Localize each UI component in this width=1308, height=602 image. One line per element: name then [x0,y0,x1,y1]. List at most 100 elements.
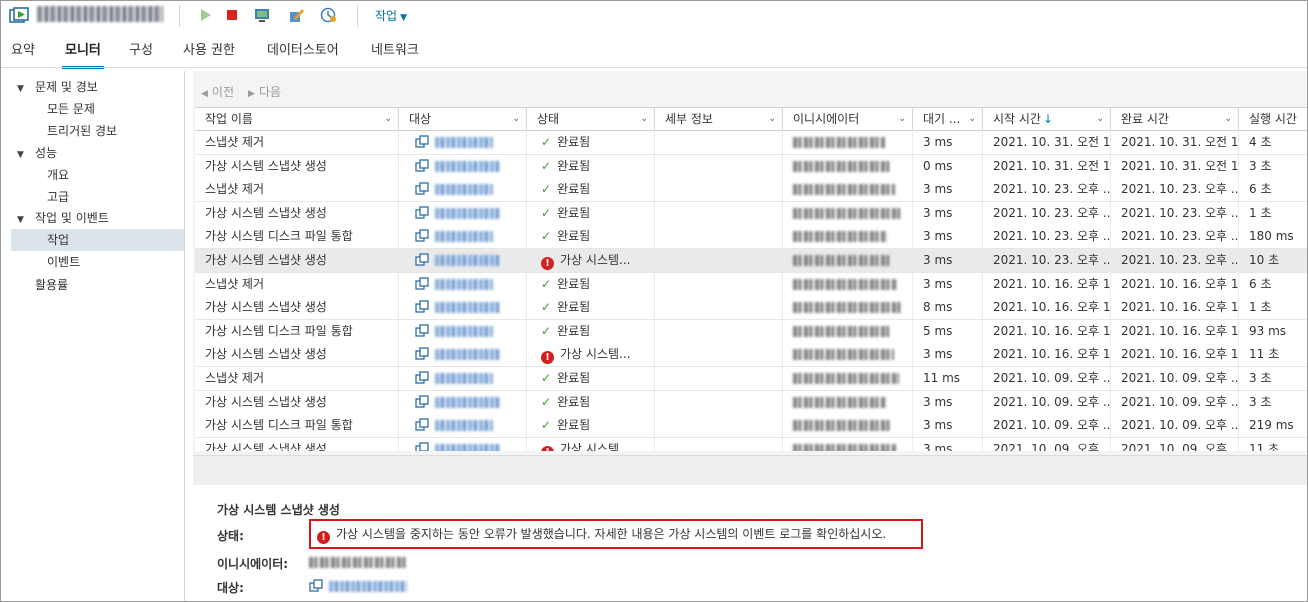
chevron-down-icon[interactable]: ⌄ [384,108,392,130]
cell-execution-time: 3 초 [1249,158,1272,173]
cell-target[interactable] [399,343,527,368]
expand-triangle-icon[interactable]: ▼ [17,79,29,99]
column-label: 이니시에이터 [793,112,860,126]
sidebar-item-advanced[interactable]: 고급 [47,187,69,207]
status-text: 완료됨 [557,135,591,149]
next-page-button[interactable]: ▶ 다음 [248,83,281,100]
sidebar-group-tasks-events[interactable]: ▼ 작업 및 이벤트 [17,208,109,228]
column-header-target[interactable]: 대상 ⌄ [399,108,527,131]
table-row[interactable]: 가상 시스템 디스크 파일 통합 ✓ 완료됨 3 ms 2021. 10. 23. 오후… [195,225,1307,250]
table-row[interactable]: 스냅샷 제거 ✓ 완료됨 3 ms 2021. 10. 23. 오후 ... 2021. … [195,178,1307,203]
sidebar-item-utilization[interactable]: 활용률 [35,275,68,295]
cell-target[interactable] [399,201,527,226]
table-row[interactable]: 가상 시스템 스냅샷 생성! 가상 시스템... 3 ms 2021. 10. 16.… [195,343,1307,368]
chevron-down-icon[interactable]: ⌄ [898,108,906,130]
cell-task-name: 스냅샷 제거 [195,131,399,155]
cell-target[interactable] [399,154,527,179]
initiator-redacted [793,184,895,196]
table-row[interactable]: 가상 시스템 스냅샷 생성!가상 시스템...3 ms2021. 10. 09.… [195,437,1307,451]
sort-descending-icon[interactable]: ↓ [1043,112,1053,126]
target-redacted [435,137,493,148]
snapshot-icon[interactable] [319,6,337,24]
details-target-link[interactable] [309,579,407,593]
table-row[interactable]: 가상 시스템 스냅샷 생성! 가상 시스템... 3 ms 2021. 10. 23.… [195,249,1307,273]
chevron-down-icon[interactable]: ⌄ [768,108,776,130]
sidebar-group-performance[interactable]: ▼ 성능 [17,143,57,163]
chevron-down-icon[interactable]: ⌄ [640,108,648,130]
cell-target[interactable] [399,178,527,203]
sidebar-item-overview[interactable]: 개요 [47,165,69,185]
tab-configure[interactable]: 구성 [129,39,153,65]
edit-settings-icon[interactable] [287,6,305,24]
cell-target[interactable] [399,437,527,451]
table-row[interactable]: 가상 시스템 디스크 파일 통합 ✓ 완료됨 3 ms 2021. 10. 09. 오후… [195,414,1307,439]
cell-queued-for: 3 ms [913,437,983,451]
column-label: 상태 [537,112,560,126]
column-header-task-name[interactable]: 작업 이름 ⌄ [195,108,399,131]
cell-task-name: 스냅샷 제거 [195,367,399,391]
tab-networks[interactable]: 네트워크 [371,39,419,65]
actions-menu[interactable]: 작업 ▼ [375,7,407,24]
sidebar-group-issues[interactable]: ▼ 문제 및 경보 [17,77,98,97]
cell-task-name: 가상 시스템 디스크 파일 통합 [195,319,399,344]
column-header-details[interactable]: 세부 정보 ⌄ [655,108,783,131]
tab-summary[interactable]: 요약 [11,39,35,65]
column-header-status[interactable]: 상태 ⌄ [527,108,655,131]
cell-target[interactable] [399,414,527,439]
cell-queued-for: 3 ms [913,414,983,439]
cell-queued-for: 3 ms [913,131,983,155]
status-text: 완료됨 [557,394,591,409]
power-on-icon[interactable] [197,6,215,24]
vm-icon [415,229,429,243]
table-row[interactable]: 가상 시스템 디스크 파일 통합 ✓ 완료됨 5 ms 2021. 10. 16. 오후… [195,319,1307,344]
chevron-down-icon[interactable]: ⌄ [1096,108,1104,130]
table-row[interactable]: 가상 시스템 스냅샷 생성 ✓ 완료됨 0 ms 2021. 10. 31. 오전 1.… [195,154,1307,179]
table-row[interactable]: 스냅샷 제거 ✓ 완료됨 11 ms 2021. 10. 09. 오후 ... 2021.… [195,367,1307,391]
cell-target[interactable] [399,296,527,321]
table-row[interactable]: 가상 시스템 스냅샷 생성 ✓ 완료됨 3 ms 2021. 10. 23. 오후 ..… [195,201,1307,226]
vm-icon [415,347,429,361]
tab-monitor[interactable]: 모니터 [62,39,104,69]
next-label: 다음 [258,85,282,99]
expand-triangle-icon[interactable]: ▼ [17,210,29,230]
power-off-icon[interactable] [223,6,241,24]
chevron-down-icon[interactable]: ⌄ [968,108,976,130]
cell-target[interactable] [399,319,527,344]
cell-initiator [783,296,913,321]
chevron-down-icon[interactable]: ⌄ [512,108,520,130]
prev-page-button[interactable]: ◀ 이전 [201,83,234,100]
cell-target[interactable] [399,390,527,415]
cell-target[interactable] [399,131,527,155]
cell-details [655,414,783,439]
tab-permissions[interactable]: 사용 권한 [183,39,235,65]
console-icon[interactable] [253,6,271,24]
tab-datastores[interactable]: 데이터스토어 [267,39,339,65]
sidebar-item-all-issues[interactable]: 모든 문제 [47,99,95,119]
column-header-execution-time[interactable]: 실행 시간 [1239,108,1307,131]
cell-status: ✓ 완료됨 [527,272,655,297]
table-row[interactable]: 가상 시스템 스냅샷 생성 ✓ 완료됨 3 ms 2021. 10. 09. 오후 ..… [195,390,1307,415]
column-header-initiator[interactable]: 이니시에이터 ⌄ [783,108,913,131]
sidebar-item-tasks[interactable]: 작업 [47,230,69,250]
sidebar-item-events[interactable]: 이벤트 [47,252,80,272]
column-header-start-time[interactable]: 시작 시간 ↓ ⌄ [983,108,1111,131]
cell-start-time: 2021. 10. 16. 오후 1... [983,319,1111,344]
expand-triangle-icon[interactable]: ▼ [17,145,29,165]
cell-start-time: 2021. 10. 09. 오후 ... [983,367,1111,391]
tab-bar: 요약 모니터 구성 사용 권한 데이터스토어 네트워크 [1,35,1307,69]
table-row[interactable]: 스냅샷 제거 ✓ 완료됨 3 ms 2021. 10. 16. 오후 1... 2021.… [195,272,1307,297]
cell-completion-time: 2021. 10. 31. 오전 1... [1111,154,1239,179]
cell-target[interactable] [399,367,527,391]
cell-target[interactable] [399,225,527,250]
column-header-queued-for[interactable]: 대기 ... ⌄ [913,108,983,131]
chevron-down-icon[interactable]: ⌄ [1224,108,1232,130]
column-header-completion-time[interactable]: 완료 시간 ⌄ [1111,108,1239,131]
panel-splitter[interactable] [193,455,1307,485]
cell-status: ✓ 완료됨 [527,319,655,344]
cell-target[interactable] [399,272,527,297]
cell-target[interactable] [399,249,527,273]
table-row[interactable]: 스냅샷 제거 ✓ 완료됨 3 ms 2021. 10. 31. 오전 1... 2021.… [195,131,1307,155]
vm-icon [309,579,323,592]
table-row[interactable]: 가상 시스템 스냅샷 생성 ✓ 완료됨 8 ms 2021. 10. 16. 오후 1.… [195,296,1307,321]
sidebar-item-triggered-alarms[interactable]: 트리거된 경보 [47,121,117,141]
